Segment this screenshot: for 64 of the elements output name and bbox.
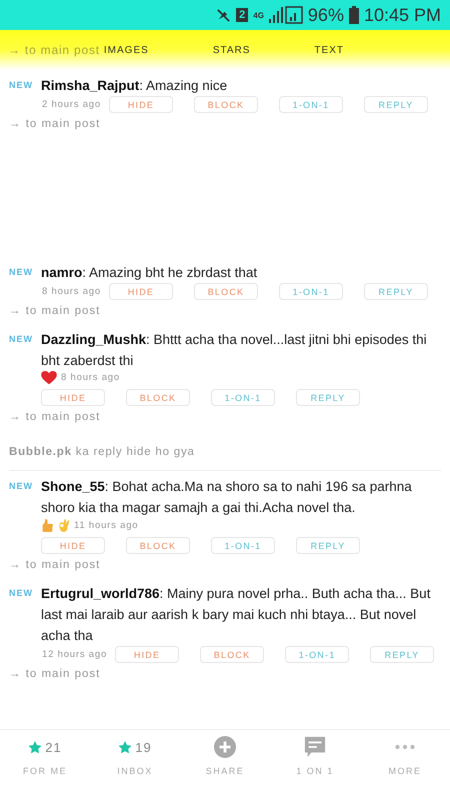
action-button[interactable]: HIDE (41, 537, 105, 554)
action-button[interactable]: HIDE (41, 389, 105, 406)
action-button[interactable]: 1-ON-1 (211, 389, 275, 406)
comment-text: Shone_55: Bohat acha.Ma na shoro sa to nahi 196 sa parhna shoro kia tha magar samajh a gai thi.Acha novel tha. (41, 478, 413, 517)
action-button[interactable]: HIDE (115, 646, 180, 663)
nav-item[interactable]: SHARE (180, 730, 270, 780)
action-button[interactable]: REPLY (364, 283, 428, 300)
star-icon (28, 740, 42, 754)
battery-percent: 96% (308, 4, 344, 26)
main-post-link[interactable]: → to main post (9, 115, 441, 133)
tab[interactable]: TEXT (314, 44, 344, 56)
tab[interactable]: STARS (212, 44, 250, 56)
new-label: NEW (9, 266, 33, 279)
nav-item[interactable]: 19 INBOX (90, 730, 180, 780)
thumbs-up-icon (41, 518, 54, 533)
action-button[interactable]: 1-ON-1 (278, 283, 343, 300)
tab[interactable]: IMAGES (104, 44, 149, 56)
timestamp: 8 hours ago (61, 371, 120, 385)
action-button[interactable]: 1-ON-1 (211, 537, 275, 554)
nav-item[interactable]: 1 ON 1 (270, 730, 360, 780)
action-button[interactable]: REPLY (296, 537, 360, 554)
network-type: 4G (253, 10, 264, 20)
plus-icon (214, 736, 236, 758)
new-label: NEW (9, 480, 33, 493)
mute-icon (216, 8, 232, 22)
comment-text: Ertugrul_world786: Mainy pura novel prha.. Buth acha tha... But last mai laraib aur aarish k bary mai kuch nhi btaya... But novel acha tha (41, 585, 432, 645)
signal-icon (268, 6, 303, 24)
action-button[interactable]: REPLY (370, 646, 434, 663)
comment-text: Dazzling_Mushk: Bhttt acha tha novel...last jitni bhi episodes thi bht zaberdst thi (41, 331, 428, 370)
action-button[interactable]: BLOCK (200, 646, 264, 663)
action-button[interactable]: 1-ON-1 (278, 96, 343, 113)
clock: 10:45 PM (364, 4, 441, 26)
action-button[interactable]: BLOCK (194, 283, 258, 300)
heart-icon (41, 371, 57, 385)
action-button[interactable]: BLOCK (126, 537, 190, 554)
timestamp: 2 hours ago (42, 98, 101, 112)
action-button[interactable]: REPLY (296, 389, 360, 406)
timestamp: 8 hours ago (42, 284, 101, 298)
action-button[interactable]: HIDE (108, 96, 173, 113)
comment-text: namro: Amazing bht he zbrdast that (41, 264, 258, 282)
notice-text: Bubble.pk ka reply hide ho gya (9, 446, 195, 458)
battery-icon (348, 6, 359, 24)
new-label: NEW (9, 79, 33, 92)
timestamp: 12 hours ago (42, 648, 108, 662)
main-post-link[interactable]: → to main post (9, 302, 441, 320)
more-icon (395, 744, 415, 750)
action-button[interactable]: BLOCK (194, 96, 258, 113)
nav-item[interactable]: 21 FOR ME (0, 730, 90, 780)
star-icon (118, 740, 132, 754)
new-label: NEW (9, 333, 33, 346)
sim-indicator: 2 (236, 8, 248, 22)
ok-hand-icon (57, 518, 70, 533)
main-post-link[interactable]: → to main post (9, 665, 441, 683)
new-label: NEW (9, 587, 33, 600)
main-post-link[interactable]: → to main post (9, 556, 441, 574)
timestamp: 11 hours ago (74, 518, 138, 532)
nav-item[interactable]: MORE (360, 730, 450, 780)
action-button[interactable]: BLOCK (126, 389, 190, 406)
chat-icon (304, 736, 326, 758)
action-button[interactable]: 1-ON-1 (285, 646, 350, 663)
comment-text: Rimsha_Rajput: Amazing nice (41, 77, 228, 95)
main-post-link[interactable]: → to main post (9, 408, 441, 426)
action-button[interactable]: HIDE (108, 283, 173, 300)
action-button[interactable]: REPLY (364, 96, 428, 113)
